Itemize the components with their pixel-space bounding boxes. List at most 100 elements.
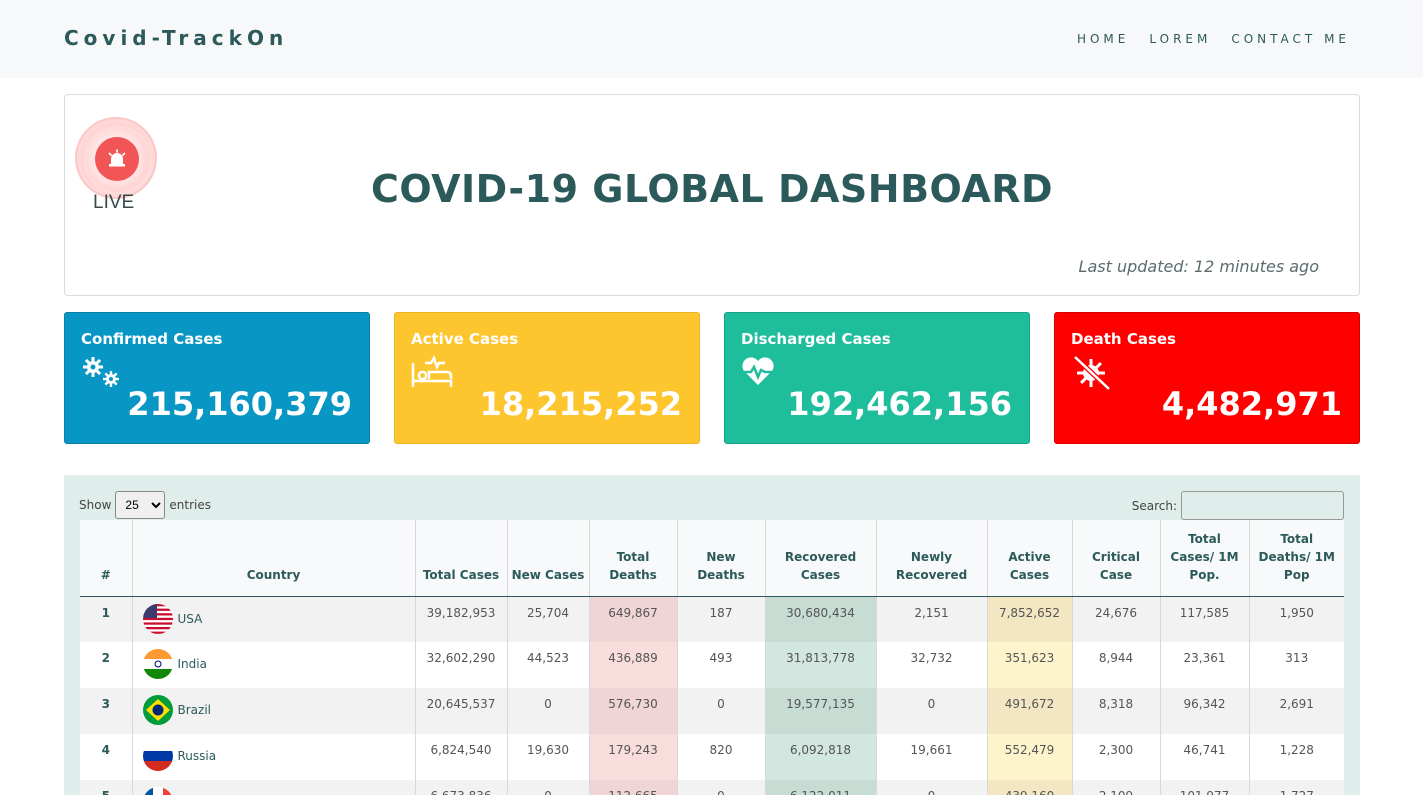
row-rank: 3	[80, 688, 132, 734]
new-cases-cell: 0	[506, 780, 589, 795]
virus-slash-icon	[1071, 355, 1113, 391]
row-rank: 2	[80, 642, 132, 688]
total-deaths-cell: 576,730	[588, 688, 677, 734]
column-header[interactable]: New Cases	[506, 520, 589, 597]
critical-cell: 8,318	[1071, 688, 1160, 734]
deaths-per-1m-cell: 2,691	[1248, 688, 1344, 734]
new-deaths-cell: 493	[676, 642, 765, 688]
table-row[interactable]: 4 Russia 6,824,540 19,630 179,243 820 6,092,81…	[80, 734, 1344, 780]
column-header[interactable]: Total Cases	[414, 520, 507, 597]
table-header-row: # Country Total Cases New Cases Total De…	[80, 520, 1344, 597]
critical-cell: 24,676	[1071, 596, 1160, 642]
active-cell: 7,852,652	[986, 596, 1072, 642]
active-cell: 491,672	[986, 688, 1072, 734]
search-label: Search:	[1131, 498, 1177, 513]
column-header[interactable]: Newly Recovered	[875, 520, 987, 597]
critical-cell: 2,300	[1071, 734, 1160, 780]
cases-per-1m-cell: 101,977	[1159, 780, 1249, 795]
france-flag-icon	[142, 787, 173, 795]
newly-recovered-cell: 0	[875, 780, 987, 795]
country-name: USA	[177, 611, 203, 626]
nav-lorem-link[interactable]: LOREM	[1149, 32, 1211, 46]
total-deaths-cell: 179,243	[588, 734, 677, 780]
country-cell: USA	[131, 596, 415, 642]
cases-per-1m-cell: 23,361	[1159, 642, 1249, 688]
recovered-cell: 30,680,434	[764, 596, 876, 642]
new-cases-cell: 44,523	[506, 642, 589, 688]
table-row[interactable]: 1 USA 39,182,953 25,704 649,867 187 30,680,434…	[80, 596, 1344, 642]
critical-cell: 8,944	[1071, 642, 1160, 688]
nav-contact-link[interactable]: CONTACT ME	[1231, 32, 1350, 46]
cases-per-1m-cell: 96,342	[1159, 688, 1249, 734]
column-header[interactable]: Total Deaths	[588, 520, 677, 597]
active-cases-card: Active Cases 18,215,252	[394, 312, 700, 444]
russia-flag-icon	[142, 741, 173, 771]
navbar: Covid-TrackOn HOME LOREM CONTACT ME	[0, 0, 1423, 78]
bed-icon	[411, 355, 453, 391]
country-name: Brazil	[177, 703, 212, 717]
total-cases-cell: 39,182,953	[414, 596, 507, 642]
total-deaths-cell: 436,889	[588, 642, 677, 688]
search-input[interactable]	[1181, 491, 1344, 520]
row-rank: 5	[80, 780, 132, 795]
alarm-bell-icon	[95, 137, 139, 181]
active-cell: 552,479	[986, 734, 1072, 780]
card-value: 215,160,379	[127, 385, 352, 423]
gears-icon	[81, 355, 123, 391]
recovered-cell: 31,813,778	[764, 642, 876, 688]
nav-home-link[interactable]: HOME	[1077, 32, 1129, 46]
dashboard-header: LIVE COVID-19 GLOBAL DASHBOARD Last upda…	[64, 94, 1360, 296]
entries-select[interactable]: 25	[115, 491, 166, 519]
table-row[interactable]: 3 Brazil 20,645,537 0 576,730 0 19,577,135 0 491…	[80, 688, 1344, 734]
new-deaths-cell: 0	[676, 780, 765, 795]
show-label: Show	[79, 498, 112, 512]
total-cases-cell: 32,602,290	[414, 642, 507, 688]
deaths-per-1m-cell: 1,228	[1248, 734, 1344, 780]
cases-per-1m-cell: 46,741	[1159, 734, 1249, 780]
country-cell: Russia	[131, 734, 415, 780]
total-deaths-cell: 112,665	[588, 780, 677, 795]
discharged-cases-card: Discharged Cases 192,462,156	[724, 312, 1030, 444]
new-cases-cell: 25,704	[506, 596, 589, 642]
total-deaths-cell: 649,867	[588, 596, 677, 642]
column-header[interactable]: Critical Case	[1071, 520, 1160, 597]
recovered-cell: 6,122,011	[764, 780, 876, 795]
new-deaths-cell: 187	[676, 596, 765, 642]
brand-logo[interactable]: Covid-TrackOn	[64, 26, 288, 50]
column-header[interactable]: Country	[131, 520, 415, 597]
card-title: Active Cases	[411, 330, 519, 348]
table-row[interactable]: 2 India 32,602,290 44,523 436,889 493 31,813,7…	[80, 642, 1344, 688]
critical-cell: 2,109	[1071, 780, 1160, 795]
newly-recovered-cell: 0	[875, 688, 987, 734]
brazil-flag-icon	[142, 695, 173, 725]
card-title: Confirmed Cases	[81, 330, 223, 348]
nav-links: HOME LOREM CONTACT ME	[1057, 32, 1350, 46]
last-updated-text: Last updated: 12 minutes ago	[1078, 257, 1319, 276]
recovered-cell: 19,577,135	[764, 688, 876, 734]
table-row[interactable]: 56,673,8360112,66506,122,0110439,1602,10…	[80, 780, 1344, 795]
column-header[interactable]: Recovered Cases	[764, 520, 876, 597]
country-name: Russia	[177, 749, 217, 763]
active-cell: 439,160	[986, 780, 1072, 795]
cases-per-1m-cell: 117,585	[1159, 596, 1249, 642]
column-header[interactable]: #	[80, 520, 132, 597]
column-header[interactable]: Total Deaths/ 1M Pop	[1248, 520, 1344, 597]
entries-length-control: Show 25 entries	[79, 491, 211, 519]
countries-table: # Country Total Cases New Cases Total De…	[80, 520, 1344, 795]
country-cell: India	[131, 642, 415, 688]
newly-recovered-cell: 19,661	[875, 734, 987, 780]
new-deaths-cell: 0	[676, 688, 765, 734]
total-cases-cell: 6,824,540	[414, 734, 507, 780]
new-cases-cell: 19,630	[506, 734, 589, 780]
row-rank: 1	[80, 596, 132, 642]
deaths-per-1m-cell: 1,727	[1248, 780, 1344, 795]
death-cases-card: Death Cases 4,482,971	[1054, 312, 1360, 444]
column-header[interactable]: New Deaths	[676, 520, 765, 597]
country-cell: Brazil	[131, 688, 415, 734]
column-header[interactable]: Total Cases/ 1M Pop.	[1159, 520, 1249, 597]
card-title: Death Cases	[1071, 330, 1176, 348]
deaths-per-1m-cell: 313	[1248, 642, 1344, 688]
column-header[interactable]: Active Cases	[986, 520, 1072, 597]
entries-label: entries	[169, 498, 211, 512]
page-title: COVID-19 GLOBAL DASHBOARD	[370, 167, 1054, 211]
